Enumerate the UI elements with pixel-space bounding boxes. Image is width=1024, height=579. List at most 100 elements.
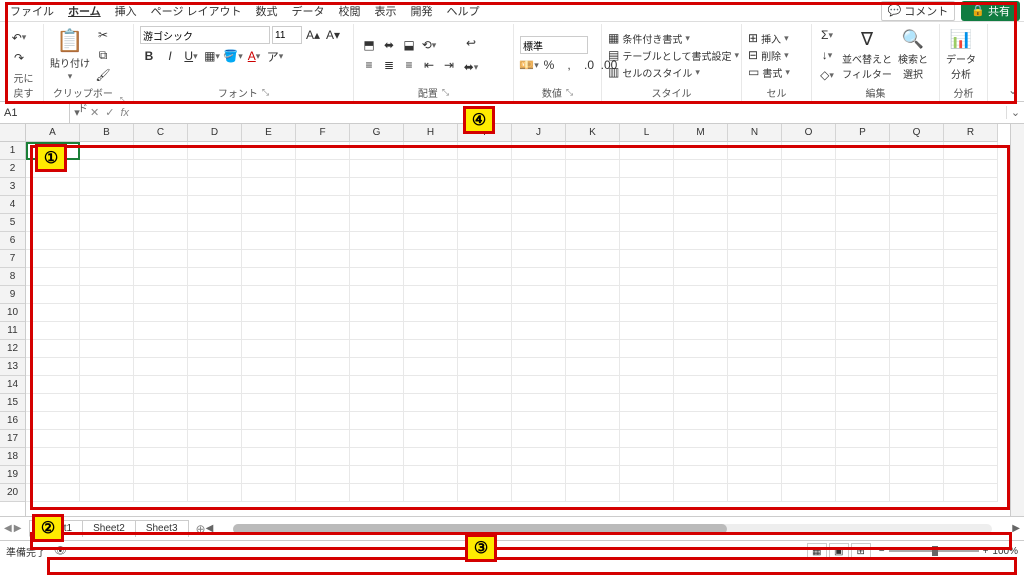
- menu-校閲[interactable]: 校閲: [333, 1, 367, 21]
- col-header-G[interactable]: G: [350, 124, 404, 142]
- cell-I3[interactable]: [458, 178, 512, 196]
- cell-D16[interactable]: [188, 412, 242, 430]
- cell-H14[interactable]: [404, 376, 458, 394]
- cell-F16[interactable]: [296, 412, 350, 430]
- bold-button[interactable]: B: [140, 47, 158, 65]
- increase-decimal-button[interactable]: .0: [580, 56, 598, 74]
- col-header-H[interactable]: H: [404, 124, 458, 142]
- cell-H18[interactable]: [404, 448, 458, 466]
- format-as-table-button[interactable]: ▤テーブルとして書式設定▾: [608, 48, 739, 63]
- cell-Q2[interactable]: [890, 160, 944, 178]
- cell-R2[interactable]: [944, 160, 998, 178]
- cell-J8[interactable]: [512, 268, 566, 286]
- cell-Q6[interactable]: [890, 232, 944, 250]
- row-header-6[interactable]: 6: [0, 232, 25, 250]
- cell-R19[interactable]: [944, 466, 998, 484]
- row-header-11[interactable]: 11: [0, 322, 25, 340]
- cell-G16[interactable]: [350, 412, 404, 430]
- cell-Q10[interactable]: [890, 304, 944, 322]
- align-center-button[interactable]: ≣: [380, 56, 398, 74]
- cell-E18[interactable]: [242, 448, 296, 466]
- align-right-button[interactable]: ≡: [400, 56, 418, 74]
- cell-F12[interactable]: [296, 340, 350, 358]
- cell-F15[interactable]: [296, 394, 350, 412]
- cell-L16[interactable]: [620, 412, 674, 430]
- cell-H13[interactable]: [404, 358, 458, 376]
- cell-R17[interactable]: [944, 430, 998, 448]
- cell-A9[interactable]: [26, 286, 80, 304]
- cell-K3[interactable]: [566, 178, 620, 196]
- cell-B14[interactable]: [80, 376, 134, 394]
- cell-C6[interactable]: [134, 232, 188, 250]
- cell-R13[interactable]: [944, 358, 998, 376]
- cell-K16[interactable]: [566, 412, 620, 430]
- new-sheet-button[interactable]: ⊕: [196, 522, 206, 536]
- cell-I10[interactable]: [458, 304, 512, 322]
- cell-G3[interactable]: [350, 178, 404, 196]
- zoom-in-button[interactable]: +: [983, 546, 989, 557]
- cell-J7[interactable]: [512, 250, 566, 268]
- cell-I6[interactable]: [458, 232, 512, 250]
- cell-M15[interactable]: [674, 394, 728, 412]
- delete-cells-button[interactable]: ⊟削除▾: [748, 48, 790, 63]
- comment-button[interactable]: 💬 コメント: [881, 1, 956, 21]
- cell-M5[interactable]: [674, 214, 728, 232]
- cell-C19[interactable]: [134, 466, 188, 484]
- cell-D12[interactable]: [188, 340, 242, 358]
- cell-P11[interactable]: [836, 322, 890, 340]
- cell-O5[interactable]: [782, 214, 836, 232]
- cell-E10[interactable]: [242, 304, 296, 322]
- zoom-out-button[interactable]: −: [879, 546, 885, 557]
- cell-P1[interactable]: [836, 142, 890, 160]
- cell-K15[interactable]: [566, 394, 620, 412]
- cell-A10[interactable]: [26, 304, 80, 322]
- cell-M17[interactable]: [674, 430, 728, 448]
- cell-F6[interactable]: [296, 232, 350, 250]
- cell-D2[interactable]: [188, 160, 242, 178]
- cell-G13[interactable]: [350, 358, 404, 376]
- percent-button[interactable]: %: [540, 56, 558, 74]
- comma-button[interactable]: ,: [560, 56, 578, 74]
- cell-J18[interactable]: [512, 448, 566, 466]
- cell-J14[interactable]: [512, 376, 566, 394]
- cell-G18[interactable]: [350, 448, 404, 466]
- cell-I13[interactable]: [458, 358, 512, 376]
- cell-G6[interactable]: [350, 232, 404, 250]
- cell-F18[interactable]: [296, 448, 350, 466]
- cell-R10[interactable]: [944, 304, 998, 322]
- cell-R6[interactable]: [944, 232, 998, 250]
- cell-styles-button[interactable]: ▥セルのスタイル▾: [608, 65, 739, 80]
- cell-O14[interactable]: [782, 376, 836, 394]
- cell-N3[interactable]: [728, 178, 782, 196]
- menu-ページ レイアウト[interactable]: ページ レイアウト: [145, 1, 248, 21]
- cell-A13[interactable]: [26, 358, 80, 376]
- cell-I11[interactable]: [458, 322, 512, 340]
- number-dialog-launcher[interactable]: ⤡: [566, 87, 573, 98]
- cell-B16[interactable]: [80, 412, 134, 430]
- cell-K2[interactable]: [566, 160, 620, 178]
- cell-N8[interactable]: [728, 268, 782, 286]
- hscroll-right[interactable]: ▶: [1012, 523, 1020, 534]
- cell-C18[interactable]: [134, 448, 188, 466]
- cell-A5[interactable]: [26, 214, 80, 232]
- cell-P8[interactable]: [836, 268, 890, 286]
- cell-Q13[interactable]: [890, 358, 944, 376]
- cell-G10[interactable]: [350, 304, 404, 322]
- cell-J20[interactable]: [512, 484, 566, 502]
- cell-P14[interactable]: [836, 376, 890, 394]
- cell-Q5[interactable]: [890, 214, 944, 232]
- cell-O2[interactable]: [782, 160, 836, 178]
- align-top-button[interactable]: ⬒: [360, 36, 378, 54]
- cell-F2[interactable]: [296, 160, 350, 178]
- row-header-19[interactable]: 19: [0, 466, 25, 484]
- cell-D5[interactable]: [188, 214, 242, 232]
- cell-N10[interactable]: [728, 304, 782, 322]
- cell-O18[interactable]: [782, 448, 836, 466]
- cell-J5[interactable]: [512, 214, 566, 232]
- cell-K4[interactable]: [566, 196, 620, 214]
- cell-P15[interactable]: [836, 394, 890, 412]
- ribbon-collapse-button[interactable]: ⌄: [1008, 83, 1018, 97]
- cell-Q3[interactable]: [890, 178, 944, 196]
- font-color-button[interactable]: A▾: [245, 47, 263, 65]
- cell-E8[interactable]: [242, 268, 296, 286]
